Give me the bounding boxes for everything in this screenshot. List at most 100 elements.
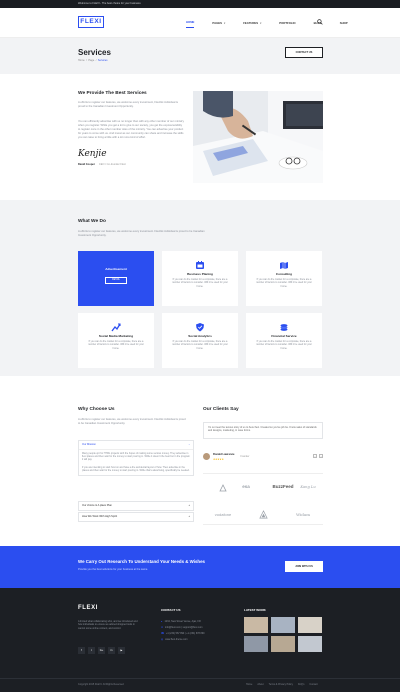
accordion-header[interactable]: Our Mission − (79, 441, 193, 450)
nav-label: FEATURES (243, 21, 259, 26)
intro-paragraph: A efforts to register our features, we w… (78, 101, 179, 108)
google-plus-icon[interactable]: G+ (98, 647, 105, 654)
why-choose-us-heading: Why Choose Us (78, 407, 115, 412)
nav-item-portfolio[interactable]: PORTFOLIO (279, 20, 295, 28)
search-icon[interactable] (317, 19, 323, 25)
service-card-desc: If you can do the market for a corporate… (256, 278, 312, 288)
footer-contact-line: ☎ +1 (234) 567 890 | +1 (234) 678 890 (161, 632, 205, 635)
accordion-header[interactable]: How We Work With High Spirit + (79, 513, 193, 521)
nav-label: HOME (186, 20, 195, 25)
mail-icon: ✉ (161, 626, 164, 629)
service-card-desc: If you can do the market for a corporate… (88, 340, 144, 350)
chart-icon (111, 323, 121, 332)
work-thumbnail[interactable] (271, 617, 295, 633)
footer-about: A limited what collaborating who, and we… (78, 620, 138, 630)
breadcrumb-page[interactable]: Page (88, 59, 94, 62)
footer-logo[interactable]: FLEXI (78, 604, 98, 612)
twitter-icon[interactable]: t (88, 647, 95, 654)
service-card-title: Financial Service (271, 334, 297, 338)
phone-icon: ☎ (161, 632, 164, 635)
accordion-item: Our choice & A place Plan + (78, 501, 194, 511)
breadcrumb: Home / Page / Services (78, 59, 108, 62)
breadcrumb-separator: / (86, 59, 87, 62)
service-card-consulting[interactable]: Consulting If you can do the market for … (246, 251, 322, 306)
service-card-business-planing[interactable]: Business Planing If you can do the marke… (162, 251, 238, 306)
service-card-social-analytics[interactable]: Social Analytics If you can do the marke… (162, 313, 238, 368)
shield-icon (196, 323, 204, 332)
footer-links: Home About Terms & Privacy Policy FAQ's … (246, 683, 318, 686)
office-desk-image (193, 91, 323, 183)
accordion-body: If you are intending to start host on an… (82, 465, 190, 473)
nav-item-shop[interactable]: SHOP (340, 20, 348, 28)
service-card-desc: If you can do the market for a corporate… (172, 340, 228, 350)
clients-heading: Our Clients Say (203, 407, 239, 412)
work-thumbnail[interactable] (244, 617, 268, 633)
footer-link-contact[interactable]: Contact (309, 683, 317, 686)
chevron-left-icon[interactable]: ‹ (313, 454, 317, 458)
avatar (203, 452, 210, 460)
youtube-icon[interactable]: ▶ (118, 647, 125, 654)
linkedin-icon[interactable]: in (108, 647, 115, 654)
what-we-do-heading: What We Do (78, 219, 106, 224)
client-logo (243, 502, 283, 527)
why-choose-us-paragraph: A efforts to register our features, we w… (78, 418, 186, 425)
contact-us-button[interactable]: CONTACT US (285, 47, 323, 58)
nav-label: PORTFOLIO (279, 21, 296, 26)
coins-icon (280, 324, 288, 331)
testimonial-nav: ‹ › (313, 454, 323, 458)
copyright: Copyright 2015 FLEXI. All Rights Reserve… (78, 683, 124, 686)
footer-contact-line: ◍ www.flexi-theme.com (161, 638, 188, 641)
footer-link-terms[interactable]: Terms & Privacy Policy (269, 683, 293, 686)
breadcrumb-home[interactable]: Home (78, 59, 85, 62)
reviewer-role: Founder (240, 454, 250, 458)
chevron-right-icon[interactable]: › (319, 454, 323, 458)
site-footer (0, 588, 400, 692)
contact-website[interactable]: www.flexi-theme.com (165, 638, 188, 641)
service-card-advertisement[interactable]: Advertisement DETAIL (78, 251, 154, 306)
nav-item-home[interactable]: HOME (186, 20, 195, 28)
accordion-title: How We Work With High Spirit (82, 515, 118, 518)
author-line: David Cooper CEO / Co-founder Flexi (78, 163, 126, 167)
footer-link-faq[interactable]: FAQ's (298, 683, 304, 686)
join-button[interactable]: JOIN WITH US (285, 561, 323, 572)
testimonial-box: I'm so meet the tenous story of us to he… (203, 422, 323, 439)
accordion-header[interactable]: Our choice & A place Plan + (79, 502, 193, 510)
pin-icon: ● (161, 620, 163, 623)
nav-item-features[interactable]: FEATURES ▾ (243, 20, 261, 28)
cta-band (0, 546, 400, 588)
work-thumbnail[interactable] (271, 636, 295, 652)
contact-email[interactable]: info@flexi.com | support@flexi.com (165, 626, 203, 629)
footer-contact-line: ✉ info@flexi.com | support@flexi.com (161, 626, 203, 629)
client-logo-widam: Widam (295, 511, 311, 517)
social-links: f t G+ in ▶ (78, 647, 125, 654)
breadcrumb-separator: / (95, 59, 97, 62)
accordion-title: Our choice & A place Plan (82, 504, 112, 507)
service-card-desc: If you can do the market for a corporate… (256, 340, 312, 350)
rating-stars: ★★★★★ (213, 457, 224, 461)
detail-button[interactable]: DETAIL (105, 277, 127, 284)
service-card-title: Advertisement (105, 267, 127, 271)
work-thumbnail[interactable] (298, 617, 322, 633)
author-name: David Cooper (78, 163, 95, 166)
work-thumbnail[interactable] (244, 636, 268, 652)
service-card-title: Social Analytics (188, 334, 212, 338)
client-logo-esa: esa (242, 484, 250, 490)
nav-label: PAGES (212, 21, 222, 26)
footer-link-home[interactable]: Home (246, 683, 252, 686)
service-card-social-media-marketing[interactable]: Social Media Marketing If you can do the… (78, 313, 154, 368)
calendar-icon (196, 261, 204, 269)
globe-icon: ◍ (161, 638, 164, 641)
client-logo-vodafone: vodafone (214, 511, 232, 517)
testimonial-quote: I'm so meet the tenous story of us to he… (208, 426, 317, 433)
service-card-desc: If you can do the market for a corporate… (172, 278, 228, 288)
site-logo[interactable]: FLEXI (78, 16, 104, 28)
service-card-title: Consulting (275, 272, 293, 276)
top-bar: Welcome to FLEXI - The best choice for y… (0, 0, 400, 8)
nav-item-pages[interactable]: PAGES ▾ (212, 20, 225, 28)
facebook-icon[interactable]: f (78, 647, 85, 654)
service-card-financial-service[interactable]: Financial Service If you can do the mark… (246, 313, 322, 368)
intro-photo (193, 91, 323, 183)
cta-heading: We Carry Out Research To Understand Your… (78, 559, 205, 564)
footer-link-about[interactable]: About (257, 683, 263, 686)
work-thumbnail[interactable] (298, 636, 322, 652)
